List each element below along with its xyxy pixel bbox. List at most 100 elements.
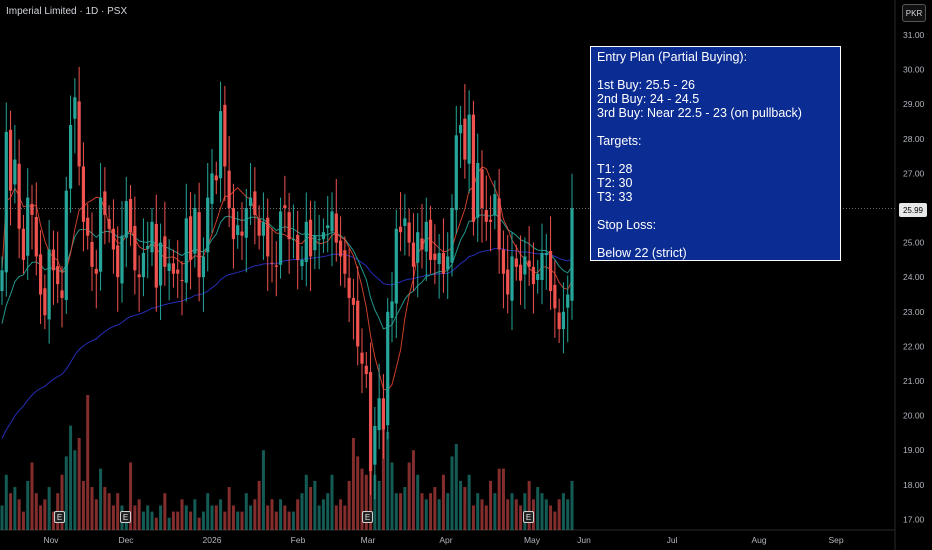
volume-bar (64, 456, 68, 530)
candle (381, 398, 386, 430)
volume-bar (146, 505, 150, 530)
annotation-line: Stop Loss: (597, 218, 657, 232)
volume-bar (201, 511, 205, 530)
candle (364, 365, 368, 375)
volume-bar (257, 480, 261, 530)
candle (30, 203, 34, 215)
volume-bar (227, 487, 231, 530)
volume-bar (94, 499, 98, 530)
candle (163, 236, 167, 267)
candle (497, 198, 501, 250)
y-tick-label: 23.00 (903, 307, 925, 317)
volume-bar (501, 468, 505, 530)
y-tick-label: 20.00 (903, 411, 925, 421)
annotation-line: T3: 33 (597, 190, 633, 204)
candle (223, 104, 227, 167)
volume-bar (343, 505, 347, 530)
candle (553, 284, 557, 309)
volume-bar (236, 511, 240, 530)
volume-bar (437, 499, 441, 530)
y-tick-label: 22.00 (903, 341, 925, 351)
candle (188, 216, 193, 260)
volume-bar (356, 456, 360, 530)
earnings-marker[interactable]: E (54, 511, 65, 523)
y-tick-label: 29.00 (903, 99, 925, 109)
candle (450, 208, 454, 263)
earnings-marker[interactable]: E (120, 511, 131, 523)
volume-bar (167, 517, 171, 530)
volume-bar (180, 499, 184, 530)
volume-bar (107, 493, 111, 530)
candle (206, 197, 210, 253)
volume-bar (394, 493, 398, 530)
volume-bar (266, 505, 270, 530)
candle (64, 190, 68, 301)
candle (107, 219, 111, 229)
volume-bar (339, 499, 343, 530)
volume-bar (390, 462, 394, 530)
volume-bar (471, 505, 475, 530)
candle (210, 173, 214, 204)
x-tick-label: 2026 (203, 535, 222, 545)
y-tick-label: 19.00 (903, 445, 925, 455)
candle (244, 208, 248, 238)
volume-bar (386, 431, 390, 530)
volume-bar (253, 499, 257, 530)
volume-bar (171, 511, 175, 530)
annotation-line: 3rd Buy: Near 22.5 - 23 (on pullback) (597, 106, 802, 120)
volume-bar (429, 493, 433, 530)
x-tick-label: Aug (751, 535, 766, 545)
candle (103, 191, 107, 215)
chart-title: Imperial Limited · 1D · PSX (6, 6, 128, 17)
volume-bar (261, 450, 265, 530)
annotation-line (597, 120, 834, 134)
candle (137, 274, 141, 278)
candle (536, 273, 540, 280)
candle (351, 297, 356, 305)
candle (77, 101, 81, 167)
volume-bar (17, 499, 21, 530)
volume-bar (219, 499, 223, 530)
volume-bar (231, 505, 235, 530)
volume-bar (249, 505, 253, 530)
candle (518, 264, 523, 281)
candle (197, 212, 201, 278)
candle (334, 213, 338, 243)
candle (26, 197, 30, 256)
x-tick-label: Jul (667, 535, 678, 545)
volume-bar (450, 456, 454, 530)
candle (81, 166, 86, 222)
currency-button[interactable]: PKR (902, 4, 926, 22)
earnings-marker[interactable]: E (523, 511, 534, 523)
y-tick-label: 21.00 (903, 376, 925, 386)
volume-bar (223, 511, 227, 530)
volume-bar (39, 505, 43, 530)
candle (296, 234, 300, 260)
volume-bar (240, 511, 244, 530)
candle (43, 288, 47, 316)
x-tick-label: Feb (291, 535, 306, 545)
volume-bar (330, 474, 334, 530)
volume-bar (4, 474, 8, 530)
volume-bar (103, 487, 107, 530)
volume-bar (116, 493, 120, 530)
candle (360, 352, 364, 364)
candle (501, 249, 506, 274)
earnings-marker[interactable]: E (362, 511, 373, 523)
x-tick-label: Dec (118, 535, 134, 545)
y-tick-label: 28.00 (903, 134, 925, 144)
volume-bar (519, 505, 523, 530)
candle (433, 253, 437, 260)
candle (176, 269, 180, 274)
volume-bar (489, 480, 493, 530)
volume-bar (159, 505, 163, 530)
candle (506, 269, 510, 295)
candle (458, 124, 463, 134)
volume-bar (287, 511, 291, 530)
candle (321, 232, 326, 240)
candle (390, 301, 394, 319)
candle (180, 279, 184, 281)
candle (548, 250, 553, 292)
y-tick-label: 25.00 (903, 238, 925, 248)
candle (21, 228, 26, 260)
